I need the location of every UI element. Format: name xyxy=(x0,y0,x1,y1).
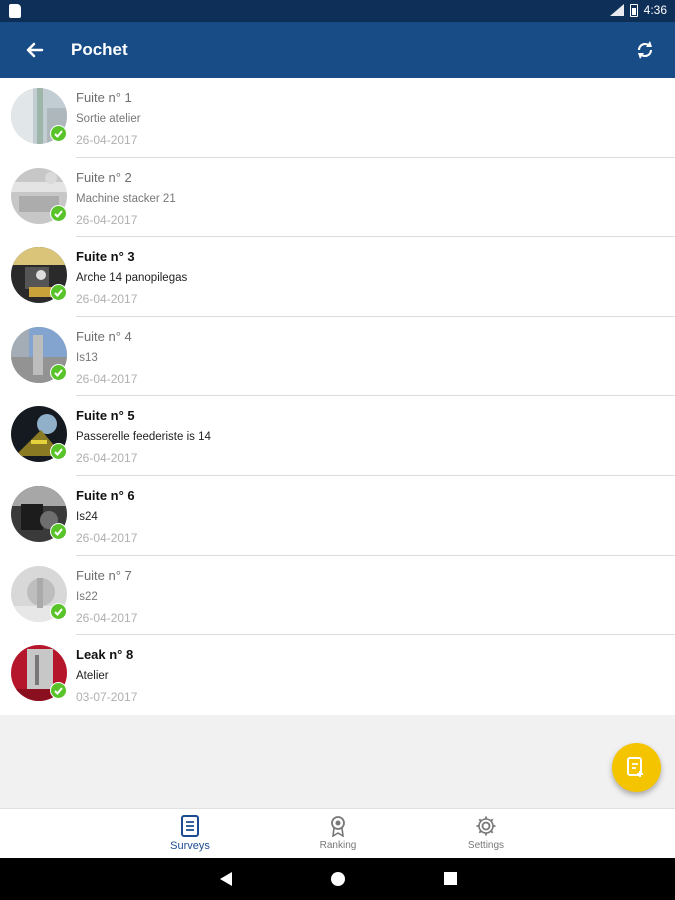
nav-settings-label: Settings xyxy=(467,840,505,851)
recents-square-icon[interactable] xyxy=(443,871,458,886)
item-title: Fuite n° 4 xyxy=(76,328,132,344)
add-document-icon xyxy=(627,757,643,777)
sync-icon[interactable] xyxy=(631,36,659,64)
item-date: 26-04-2017 xyxy=(76,610,138,625)
award-ribbon-icon xyxy=(331,816,345,837)
nav-ranking-label: Ranking xyxy=(319,840,357,851)
check-icon xyxy=(50,363,67,381)
item-subtitle: Machine stacker 21 xyxy=(76,192,176,205)
item-subtitle: Is22 xyxy=(76,590,98,603)
item-date: 26-04-2017 xyxy=(76,212,138,227)
item-title: Fuite n° 2 xyxy=(76,169,132,185)
app-bar: Pochet xyxy=(0,22,675,78)
check-icon xyxy=(50,284,67,302)
nav-surveys[interactable]: Surveys xyxy=(145,815,235,852)
check-icon xyxy=(50,522,67,540)
item-date: 26-04-2017 xyxy=(76,451,138,466)
check-icon xyxy=(50,443,67,461)
nav-settings[interactable]: Settings xyxy=(441,815,531,851)
list-item[interactable]: Fuite n° 6 Is24 26-04-2017 xyxy=(0,476,675,556)
item-date: 26-04-2017 xyxy=(76,292,138,307)
list-item[interactable]: Fuite n° 1 Sortie atelier 26-04-2017 xyxy=(0,78,675,158)
back-triangle-icon[interactable] xyxy=(218,871,234,887)
item-subtitle: Sortie atelier xyxy=(76,113,141,125)
bottom-navigation: Surveys Ranking Settings xyxy=(0,808,675,858)
item-subtitle: Arche 14 panopilegas xyxy=(76,272,188,285)
item-title: Leak n° 8 xyxy=(76,647,134,663)
status-bar: 4:36 xyxy=(0,0,675,22)
sd-card-icon xyxy=(9,4,21,18)
check-icon xyxy=(50,204,67,222)
list-item[interactable]: Leak n° 8 Atelier 03-07-2017 xyxy=(0,635,675,715)
item-subtitle: Is13 xyxy=(76,351,98,364)
system-navigation-bar xyxy=(0,858,675,900)
item-title: Fuite n° 7 xyxy=(76,567,132,583)
signal-icon xyxy=(609,4,624,16)
page-title: Pochet xyxy=(71,40,128,59)
list-item[interactable]: Fuite n° 4 Is13 26-04-2017 xyxy=(0,317,675,397)
back-arrow-icon[interactable] xyxy=(20,36,48,64)
item-subtitle: Is24 xyxy=(76,510,98,523)
list-item[interactable]: Fuite n° 2 Machine stacker 21 26-04-2017 xyxy=(0,158,675,238)
item-date: 26-04-2017 xyxy=(76,530,138,545)
item-title: Fuite n° 6 xyxy=(76,487,135,503)
item-date: 26-04-2017 xyxy=(76,133,138,147)
status-time: 4:36 xyxy=(643,3,667,17)
item-subtitle: Passerelle feederiste is 14 xyxy=(76,431,211,444)
gear-icon xyxy=(476,816,496,836)
check-icon xyxy=(50,602,67,620)
battery-icon xyxy=(629,3,638,17)
new-survey-button[interactable] xyxy=(612,743,661,792)
list-document-icon xyxy=(181,815,199,837)
item-subtitle: Atelier xyxy=(76,670,109,683)
nav-ranking[interactable]: Ranking xyxy=(293,815,383,851)
item-title: Fuite n° 5 xyxy=(76,408,135,424)
list-item[interactable]: Fuite n° 7 Is22 26-04-2017 xyxy=(0,556,675,636)
item-date: 26-04-2017 xyxy=(76,371,138,386)
check-icon xyxy=(50,125,67,142)
nav-surveys-label: Surveys xyxy=(170,840,210,852)
item-title: Fuite n° 1 xyxy=(76,90,132,105)
survey-list: Fuite n° 1 Sortie atelier 26-04-2017 Fui… xyxy=(0,78,675,715)
item-date: 03-07-2017 xyxy=(76,690,138,705)
check-icon xyxy=(50,682,67,700)
item-title: Fuite n° 3 xyxy=(76,249,135,265)
list-item[interactable]: Fuite n° 5 Passerelle feederiste is 14 2… xyxy=(0,396,675,476)
home-circle-icon[interactable] xyxy=(330,871,346,887)
list-item[interactable]: Fuite n° 3 Arche 14 panopilegas 26-04-20… xyxy=(0,237,675,317)
